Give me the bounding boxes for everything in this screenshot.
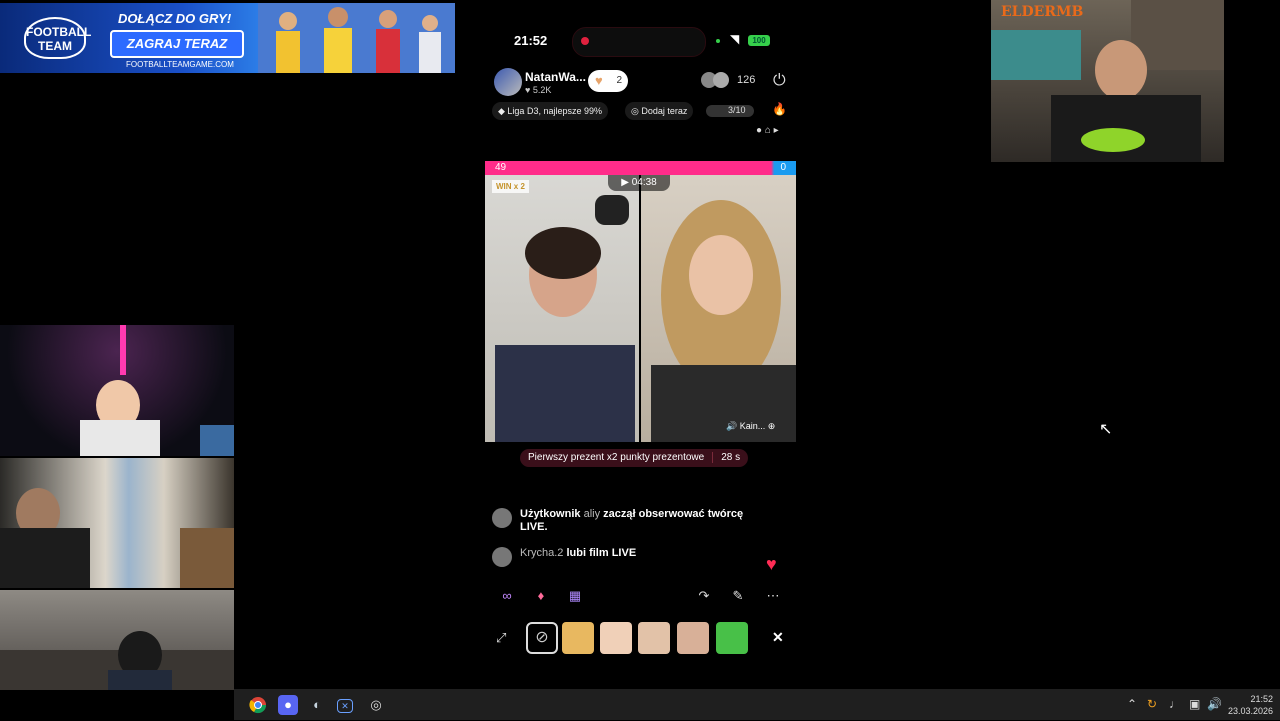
power-icon[interactable]: ⏻ — [773, 72, 786, 90]
win-multiplier-badge: WIN x 2 — [492, 180, 529, 193]
goal-progress-text: 3/10 — [728, 105, 746, 115]
dynamic-island — [572, 27, 706, 57]
link-icon[interactable]: ∞ — [495, 584, 519, 608]
viewers[interactable]: 126 — [701, 72, 761, 92]
chat-text: Krycha.2 lubi film LIVE — [520, 547, 636, 560]
effect-thumbnail[interactable] — [716, 622, 748, 654]
taskbar: ● ◐ ✕ ◎ ⌃ ↻ ♩ ▣ 🔊 21:52 23.03.2026 — [234, 689, 1280, 720]
home-icon[interactable]: ● ⌂ ▸ — [756, 125, 796, 139]
ad-players-image — [258, 3, 455, 73]
host-info[interactable]: NatanWa... ♥ 5.2K ♥ 2 — [492, 68, 660, 96]
viewer-count: 126 — [737, 74, 756, 86]
ad-play-button[interactable]: ZAGRAJ TERAZ — [110, 30, 244, 58]
chat-text: Użytkownik aliy zaczął obserwować twórcę… — [520, 508, 762, 534]
ad-banner[interactable]: FOOTBALL TEAM DOŁĄCZ DO GRY! ZAGRAJ TERA… — [0, 3, 455, 73]
clock-date: 23.03.2026 — [1228, 706, 1274, 716]
no-effect-icon[interactable]: ⊘ — [526, 622, 558, 654]
chat-avatar — [492, 547, 512, 567]
fire-icon: 🔥 — [772, 102, 787, 116]
app-icon[interactable]: ✕ — [337, 699, 353, 713]
host-avatar[interactable] — [494, 68, 522, 96]
host-gift-pill[interactable]: ♥ 2 — [588, 70, 628, 92]
webcam-guest-1 — [0, 325, 234, 456]
battle-score-bar: 49 0 — [485, 161, 796, 175]
battle-icon[interactable]: ♦ — [529, 584, 553, 608]
chat-user[interactable]: aliy — [584, 508, 601, 520]
obs-icon[interactable]: ◎ — [366, 695, 386, 715]
chat-avatar — [492, 508, 512, 528]
host-name[interactable]: NatanWa... — [525, 70, 586, 84]
system-clock[interactable]: 21:52 23.03.2026 — [1228, 693, 1273, 717]
effect-thumbnail[interactable] — [600, 622, 632, 654]
battle-video-guest[interactable] — [641, 175, 796, 442]
discord-icon[interactable]: ● — [278, 695, 298, 715]
webcam-eldermb: ELDERMB — [991, 0, 1224, 162]
effect-thumbnail[interactable] — [562, 622, 594, 654]
gift-promo-text: Pierwszy prezent x2 punkty prezentowe — [528, 452, 705, 463]
chrome-icon[interactable] — [248, 695, 268, 715]
host-likes-count: 5.2K — [532, 85, 552, 95]
football-team-logo: FOOTBALL TEAM — [24, 17, 91, 59]
host-likes: ♥ 5.2K — [525, 85, 552, 95]
guest-audio-label[interactable]: 🔊 Kain... ⊕ — [726, 421, 775, 432]
chat-message: Krycha.2 lubi film LIVE — [492, 547, 762, 567]
sync-icon[interactable]: ↻ — [1147, 697, 1157, 711]
ad-url: FOOTBALLTEAMGAME.COM — [126, 60, 234, 69]
viewer-avatar — [713, 72, 729, 88]
status-time: 21:52 — [514, 33, 548, 48]
add-now-text: Dodaj teraz — [641, 106, 688, 116]
mouse-cursor-icon: ↖ — [1099, 421, 1113, 438]
gift-promo-countdown: 28 s — [712, 452, 741, 463]
like-heart-icon[interactable]: ♥ — [766, 554, 777, 575]
tiktok-live-phone: 21:52 ◥ 100 NatanWa... ♥ 5.2K ♥ 2 126 ⏻ ◆… — [484, 17, 797, 687]
score-left: 49 — [495, 162, 507, 173]
webcam-guest-2-image — [0, 488, 234, 588]
heart-icon: ♥ — [595, 73, 603, 88]
chat-user[interactable]: Krycha.2 — [520, 547, 563, 559]
effect-thumbnail[interactable] — [638, 622, 670, 654]
effect-thumbnail[interactable] — [677, 622, 709, 654]
battery-icon: 100 — [748, 35, 770, 46]
share-icon[interactable]: ↷ — [692, 584, 716, 608]
league-chip[interactable]: ◆ Liga D3, najlepsze 99% — [492, 102, 608, 120]
add-now-chip[interactable]: ◎ Dodaj teraz — [625, 102, 694, 120]
apps-icon[interactable]: ▦ — [563, 584, 587, 608]
chat-message: Użytkownik aliy zaczął obserwować twórcę… — [492, 508, 762, 538]
guest-name: Kain... — [739, 421, 766, 431]
recording-dot-icon — [581, 37, 589, 45]
ad-headline: DOŁĄCZ DO GRY! — [118, 11, 232, 26]
webcam-guest-3 — [0, 590, 234, 690]
privacy-dot-icon — [716, 39, 720, 43]
wifi-icon: ◥ — [730, 32, 740, 46]
microphone-icon[interactable]: ♩ — [1169, 697, 1181, 711]
clock-time: 21:52 — [1250, 694, 1274, 704]
battle-timer: ▶ 04:38 — [608, 175, 670, 191]
battle-timer-value: 04:38 — [631, 177, 657, 188]
chat-prefix: Użytkownik — [520, 508, 581, 520]
speaker-icon[interactable]: 🔊 — [1207, 697, 1222, 711]
battle-video-host[interactable] — [485, 175, 639, 442]
eldermb-logo: ELDERMB — [1001, 4, 1084, 20]
league-text: Liga D3, najlepsze 99% — [507, 106, 602, 116]
score-right: 0 — [780, 162, 786, 173]
gift-count: 2 — [616, 75, 622, 86]
magic-wand-icon[interactable]: ✎ — [726, 584, 750, 608]
gift-promo-banner[interactable]: Pierwszy prezent x2 punkty prezentowe 28 … — [520, 449, 749, 467]
steam-icon[interactable]: ◐ — [307, 695, 327, 715]
webcam-guest-3-image — [0, 631, 234, 690]
goal-progress[interactable]: 3/10 🔥 — [706, 102, 787, 120]
chevron-up-icon[interactable]: ⌃ — [1127, 697, 1137, 711]
guest-video-image — [651, 200, 796, 442]
expand-icon[interactable]: ⤢ — [496, 630, 506, 646]
close-effects-button[interactable]: ✕ — [772, 629, 784, 646]
chat-body: lubi film LIVE — [566, 547, 637, 559]
webcam-guest-2 — [0, 458, 234, 588]
host-video-image — [495, 195, 635, 442]
webcam-eldermb-image — [991, 0, 1224, 162]
webcam-guest-1-image — [80, 325, 234, 456]
network-icon[interactable]: ▣ — [1189, 697, 1200, 711]
more-icon[interactable]: ⋯ — [761, 584, 785, 608]
